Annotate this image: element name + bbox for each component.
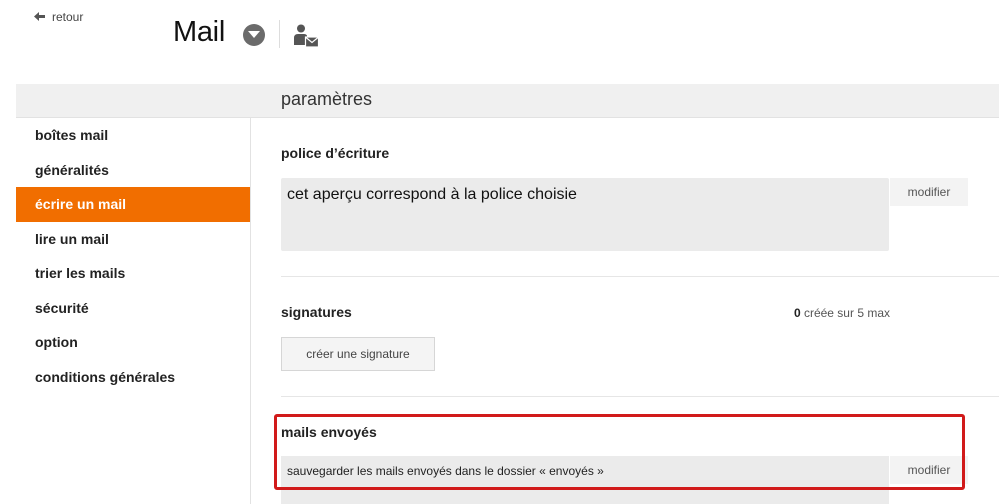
sidebar-item-ecrire-un-mail[interactable]: écrire un mail [16, 187, 250, 222]
font-preview: cet aperçu correspond à la police choisi… [281, 178, 889, 251]
sidebar-item-trier-les-mails[interactable]: trier les mails [16, 256, 250, 291]
font-modify-button[interactable]: modifier [890, 178, 968, 206]
create-signature-button[interactable]: créer une signature [281, 337, 435, 371]
signature-count-suffix: créée sur 5 max [800, 306, 890, 320]
header-divider [279, 20, 280, 48]
sidebar-item-boites-mail[interactable]: boîtes mail [16, 118, 250, 153]
signature-count: 0 créée sur 5 max [740, 306, 890, 320]
section-divider [281, 396, 999, 397]
font-section-title: police d’écriture [281, 145, 390, 161]
sidebar-item-securite[interactable]: sécurité [16, 291, 250, 326]
sent-mails-modify-button[interactable]: modifier [890, 456, 968, 484]
arrow-left-icon [34, 12, 45, 21]
sent-mails-section-title: mails envoyés [281, 424, 377, 440]
back-link[interactable]: retour [16, 0, 251, 34]
sidebar-item-option[interactable]: option [16, 325, 250, 360]
sent-mails-setting: sauvegarder les mails envoyés dans le do… [281, 456, 889, 504]
settings-topbar [16, 84, 999, 118]
settings-sidebar: boîtes mail généralités écrire un mail l… [16, 118, 251, 504]
signatures-section-title: signatures [281, 304, 352, 320]
sidebar-item-generalites[interactable]: généralités [16, 153, 250, 188]
user-mail-icon[interactable] [292, 22, 320, 50]
signature-count-number: 0 [793, 306, 801, 320]
section-divider [281, 276, 999, 277]
sidebar-item-lire-un-mail[interactable]: lire un mail [16, 222, 250, 257]
page-title: paramètres [281, 89, 373, 109]
back-label: retour [52, 10, 84, 24]
sidebar-item-conditions-generales[interactable]: conditions générales [16, 360, 250, 395]
